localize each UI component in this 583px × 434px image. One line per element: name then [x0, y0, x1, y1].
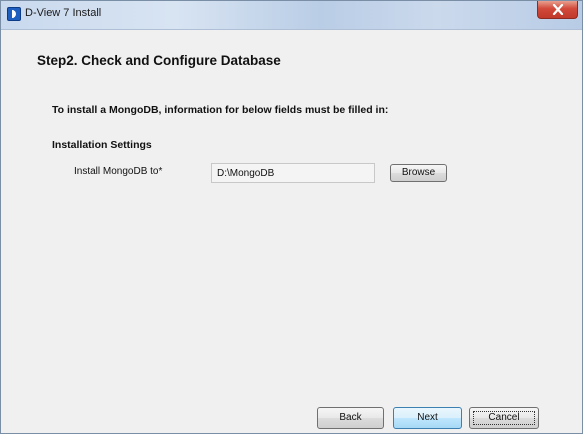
next-button[interactable]: Next	[393, 407, 462, 429]
title-bar[interactable]: D-View 7 Install	[1, 1, 582, 30]
close-button[interactable]	[537, 1, 578, 19]
install-path-label: Install MongoDB to*	[74, 166, 163, 177]
d-link-logo-icon	[7, 7, 21, 21]
section-heading: Installation Settings	[52, 139, 152, 151]
intro-text: To install a MongoDB, information for be…	[52, 104, 389, 116]
close-icon	[552, 4, 564, 15]
install-path-input[interactable]	[211, 163, 375, 183]
installer-window: D-View 7 Install Step2. Check and Config…	[0, 0, 583, 434]
window-title: D-View 7 Install	[25, 7, 102, 19]
cancel-button-label: Cancel	[488, 412, 520, 423]
cancel-button[interactable]: Cancel	[469, 407, 539, 429]
browse-button[interactable]: Browse	[390, 164, 447, 182]
back-button[interactable]: Back	[317, 407, 384, 429]
page-title: Step2. Check and Configure Database	[37, 53, 281, 68]
